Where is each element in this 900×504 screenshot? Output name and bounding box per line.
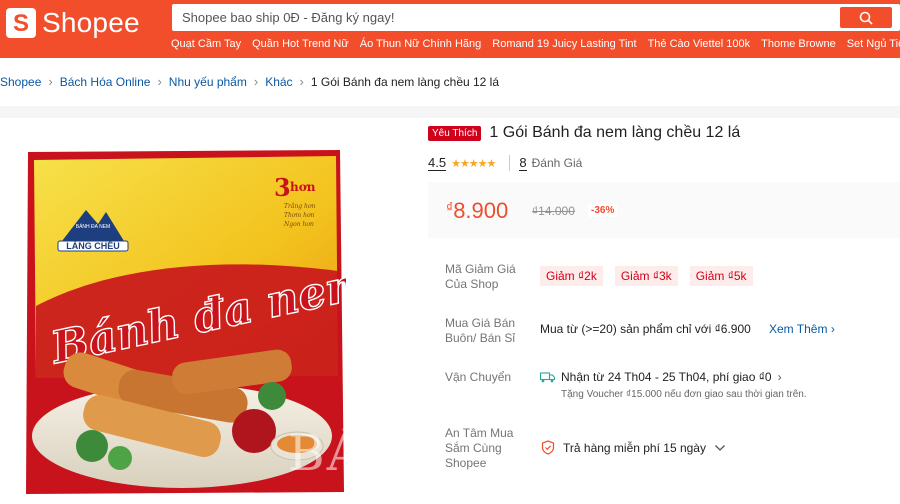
section-divider: [0, 106, 900, 118]
price-value: 8.900: [453, 198, 509, 223]
rating-row: 4.5 ★★★★★ 8 Đánh Giá: [428, 155, 582, 171]
quick-link[interactable]: Thome Browne: [761, 38, 836, 50]
breadcrumb-link[interactable]: Nhu yếu phẩm: [169, 75, 247, 89]
review-label: Đánh Giá: [531, 156, 583, 170]
quick-link[interactable]: Thẻ Cào Viettel 100k: [648, 38, 751, 50]
breadcrumb-link[interactable]: Bách Hóa Online: [60, 75, 151, 89]
chevron-right-icon: ›: [299, 74, 304, 89]
logo-text: Shopee: [42, 7, 140, 38]
star-rating-icon: ★★★★★: [451, 157, 496, 170]
brand-small-text: BÁNH ĐA NEM: [76, 223, 110, 230]
chevron-right-icon: ›: [157, 74, 162, 89]
chevron-down-icon: [715, 444, 725, 451]
search-icon: [859, 11, 873, 25]
favorite-badge: Yêu Thích: [428, 125, 482, 141]
truck-icon: [540, 371, 555, 382]
search-input[interactable]: [172, 4, 832, 31]
voucher-list: Giảm ₫2k Giảm ₫3k Giảm ₫5k: [540, 266, 765, 286]
chevron-right-icon: ›: [48, 74, 53, 89]
original-price: ₫14.000: [532, 204, 575, 218]
claim-word: hơn: [290, 180, 316, 194]
product-title: 1 Gói Bánh đa nem làng chều 12 lá: [489, 124, 741, 141]
currency-symbol: ₫: [446, 199, 454, 215]
quick-link[interactable]: Set Ngủ Tiểu Thư: [847, 38, 900, 50]
claim-line: Trắng hơn: [284, 203, 316, 210]
shipping-label: Vận Chuyển: [445, 370, 512, 384]
chevron-right-icon: ›: [253, 74, 259, 89]
shopping-bag-icon: S: [6, 8, 36, 38]
search-button[interactable]: [840, 7, 892, 28]
breadcrumb: Shopee › Bách Hóa Online › Nhu yếu phẩm …: [0, 74, 499, 89]
quick-links: Quạt Cầm Tay Quần Hot Trend Nữ Áo Thun N…: [171, 38, 900, 50]
current-price: ₫8.900: [446, 198, 508, 224]
quick-link[interactable]: Quần Hot Trend Nữ: [252, 38, 349, 50]
breadcrumb-link[interactable]: Shopee: [0, 75, 41, 89]
price-box: ₫8.900 ₫14.000 -36%: [428, 182, 900, 238]
quick-link[interactable]: Áo Thun Nữ Chính Hãng: [360, 38, 482, 50]
assurance-text: Trả hàng miễn phí 15 ngày: [563, 440, 706, 455]
claim-line: Ngon hơn: [283, 221, 314, 228]
breadcrumb-current: 1 Gói Bánh đa nem làng chều 12 lá: [310, 74, 500, 89]
product-title-row: Yêu Thích 1 Gói Bánh đa nem làng chều 12…: [428, 124, 740, 142]
assurance-label: An Tâm Mua Sắm Cùng Shopee: [445, 426, 514, 470]
shipping-text: Nhận từ 24 Th04 - 25 Th04, phí giao ₫0: [561, 370, 772, 384]
quick-link[interactable]: Quạt Cầm Tay: [171, 38, 241, 50]
review-count[interactable]: 8: [519, 155, 527, 171]
voucher-tag[interactable]: Giảm ₫5k: [689, 266, 753, 286]
top-header: S Shopee Quạt Cầm Tay Quần Hot Trend Nữ …: [0, 0, 900, 58]
divider: [509, 155, 511, 171]
claim-number: 3: [274, 173, 291, 202]
shipping-voucher-note: Tặng Voucher ₫15.000 nếu đơn giao sau th…: [561, 389, 807, 400]
search-bar: [172, 4, 900, 31]
rating-value[interactable]: 4.5: [428, 155, 447, 171]
chevron-right-icon: ›: [777, 370, 782, 384]
bulk-price-label: Mua Giá Bán Buôn/ Bán Sỉ: [445, 316, 516, 345]
watermark: BÁO: [288, 424, 408, 482]
bulk-price-text: Mua từ (>=20) sản phẩm chỉ với ₫6.900: [540, 322, 751, 336]
assurance-info[interactable]: Trả hàng miễn phí 15 ngày: [541, 440, 726, 455]
shipping-info[interactable]: Nhận từ 24 Th04 - 25 Th04, phí giao ₫0 ›: [540, 370, 782, 384]
breadcrumb-link[interactable]: Khác: [265, 75, 292, 89]
quick-link[interactable]: Romand 19 Juicy Lasting Tint: [492, 38, 636, 50]
claim-line: Thơm hơn: [284, 212, 315, 219]
brand-name: LÀNG CHỀU: [66, 241, 120, 251]
discount-badge: -36%: [588, 204, 618, 217]
shield-icon: [541, 440, 555, 455]
voucher-tag[interactable]: Giảm ₫2k: [540, 266, 603, 286]
chevron-right-icon: ›: [830, 322, 835, 336]
voucher-tag[interactable]: Giảm ₫3k: [614, 266, 678, 286]
shopee-logo[interactable]: S Shopee: [6, 8, 140, 38]
see-more-label: Xem Thêm: [769, 322, 828, 336]
see-more-link[interactable]: Xem Thêm ›: [769, 322, 835, 336]
voucher-label: Mã Giảm Giá Của Shop: [445, 262, 516, 291]
